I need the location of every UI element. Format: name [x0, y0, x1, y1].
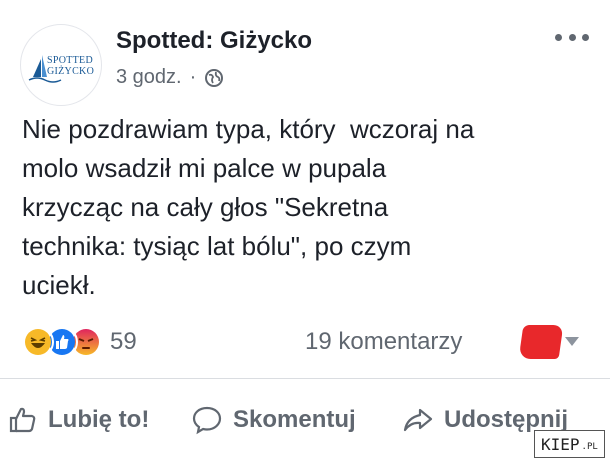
divider [0, 378, 610, 379]
redacted-avatar[interactable] [518, 325, 564, 359]
comment-button[interactable]: Skomentuj [191, 400, 356, 440]
facebook-post: SPOTTED GIŻYCKO Spotted: Giżycko 3 godz.… [0, 0, 610, 459]
globe-icon[interactable] [204, 68, 224, 88]
post-text: Nie pozdrawiam typa, który wczoraj na mo… [22, 114, 475, 300]
like-label: Lubię to! [48, 406, 150, 433]
post-meta: 3 godz. · [116, 66, 224, 89]
watermark-suffix: .PL [581, 442, 598, 452]
avatar-logo-text: SPOTTED [47, 55, 93, 66]
caret-down-icon[interactable] [565, 337, 579, 346]
haha-reaction-icon [22, 326, 54, 358]
share-arrow-icon [403, 408, 433, 432]
more-options-icon[interactable] [555, 30, 589, 44]
avatar-logo-text: GIŻYCKO [47, 66, 95, 77]
post-timestamp[interactable]: 3 godz. [116, 66, 182, 89]
watermark: KIEP .PL [534, 430, 605, 458]
page-avatar[interactable]: SPOTTED GIŻYCKO [20, 24, 102, 106]
page-name-link[interactable]: Spotted: Giżycko [116, 27, 312, 55]
comment-bubble-icon [192, 406, 222, 435]
watermark-text: KIEP [541, 434, 580, 454]
reactions-summary[interactable]: 59 [22, 326, 137, 358]
thumbs-up-icon [9, 407, 36, 433]
meta-separator: · [189, 66, 197, 88]
reaction-count: 59 [110, 328, 137, 355]
post-actions-bar: Lubię to! Skomentuj Udostępnij [0, 400, 610, 440]
comment-label: Skomentuj [233, 406, 356, 433]
like-button[interactable]: Lubię to! [8, 400, 149, 440]
comments-count-link[interactable]: 19 komentarzy [305, 328, 462, 356]
